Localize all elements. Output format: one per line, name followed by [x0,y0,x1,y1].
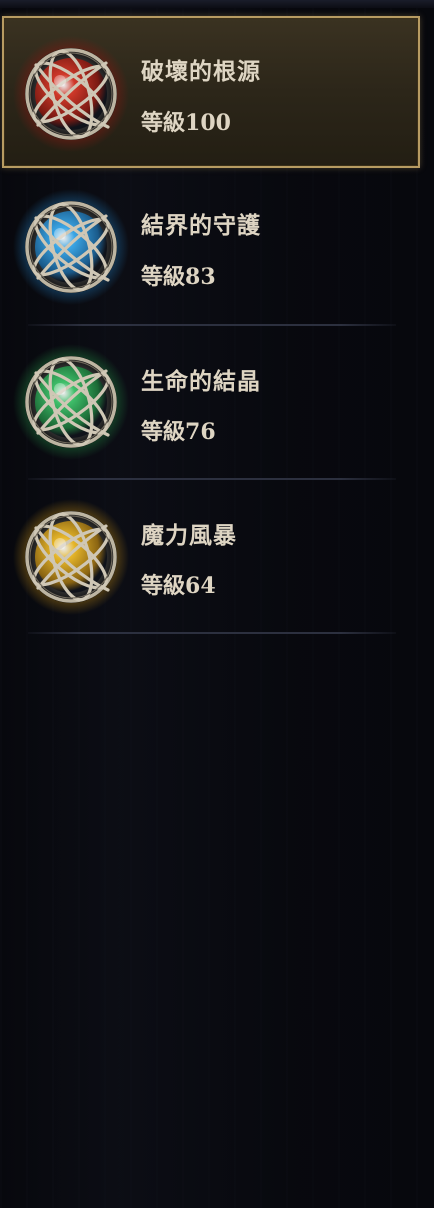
divider [28,632,396,634]
skill-level: 等級76 [141,419,216,445]
skill-name: 魔力風暴 [141,522,237,549]
green-orb-icon [13,344,129,460]
skill-level: 等級64 [141,573,216,599]
skill-level: 等級83 [141,264,216,290]
yellow-orb-icon [13,499,129,615]
divider [28,478,396,480]
skill-name: 結界的守護 [141,212,261,239]
skill-item-mana-storm[interactable]: 魔力風暴 等級64 [0,0,422,615]
skill-name: 生命的結晶 [141,368,261,395]
blue-orb-icon [13,189,129,305]
divider [28,324,396,326]
